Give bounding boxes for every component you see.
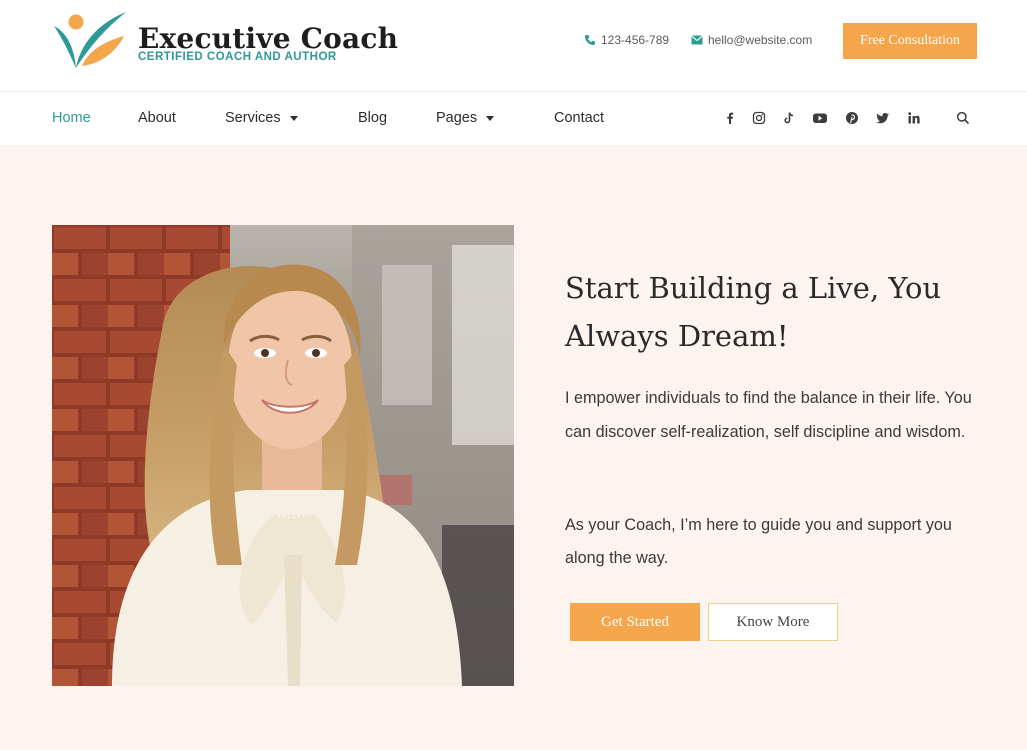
hero-title: Start Building a Live, You Always Dream! — [565, 271, 942, 353]
instagram-icon[interactable] — [751, 110, 767, 126]
pinterest-icon[interactable] — [844, 110, 860, 126]
logo-mark-icon — [54, 12, 126, 68]
tiktok-icon[interactable] — [781, 110, 797, 126]
site-logo[interactable]: Executive Coach CERTIFIED COACH AND AUTH… — [52, 10, 398, 72]
logo-subtitle: CERTIFIED COACH AND AUTHOR — [138, 51, 337, 63]
know-more-button[interactable]: Know More — [708, 603, 838, 641]
nav-item-home[interactable]: Home — [52, 110, 91, 126]
coach-portrait-image — [52, 225, 514, 686]
nav-item-label: About — [138, 110, 176, 126]
phone-number: 123-456-789 — [601, 33, 670, 47]
email-contact[interactable]: hello@website.com — [691, 33, 812, 47]
chevron-down-icon — [486, 116, 495, 121]
email-address: hello@website.com — [708, 33, 813, 47]
nav-item-label: Home — [52, 110, 91, 126]
twitter-icon[interactable] — [875, 110, 891, 126]
hero-section: Start Building a Live, You Always Dream!… — [0, 145, 1027, 750]
get-started-button[interactable]: Get Started — [570, 603, 700, 641]
chevron-down-icon — [289, 116, 298, 121]
nav-item-contact[interactable]: Contact — [554, 110, 604, 126]
nav-item-label: Blog — [358, 110, 388, 126]
nav-item-pages[interactable]: Pages — [436, 110, 495, 126]
search-icon[interactable] — [955, 110, 971, 126]
phone-icon — [585, 35, 595, 45]
nav-item-services[interactable]: Services — [225, 110, 298, 126]
nav-item-label: Contact — [554, 110, 604, 126]
free-consultation-button[interactable]: Free Consultation — [843, 23, 977, 59]
site-header: Executive Coach CERTIFIED COACH AND AUTH… — [0, 0, 1027, 92]
hero-intro-text: I empower individuals to find the balanc… — [565, 389, 972, 441]
nav-item-label: Services — [225, 110, 281, 126]
linkedin-icon[interactable] — [906, 110, 922, 126]
facebook-icon[interactable] — [722, 110, 738, 126]
nav-item-label: Pages — [436, 110, 478, 126]
envelope-icon — [691, 35, 703, 45]
main-nav: Home About Services Blog Pages Contact — [0, 92, 1027, 145]
phone-contact[interactable]: 123-456-789 — [584, 33, 669, 47]
nav-item-about[interactable]: About — [138, 110, 176, 126]
youtube-icon[interactable] — [812, 110, 828, 126]
nav-item-blog[interactable]: Blog — [358, 110, 387, 126]
hero-support-text: As your Coach, I’m here to guide you and… — [565, 516, 952, 567]
